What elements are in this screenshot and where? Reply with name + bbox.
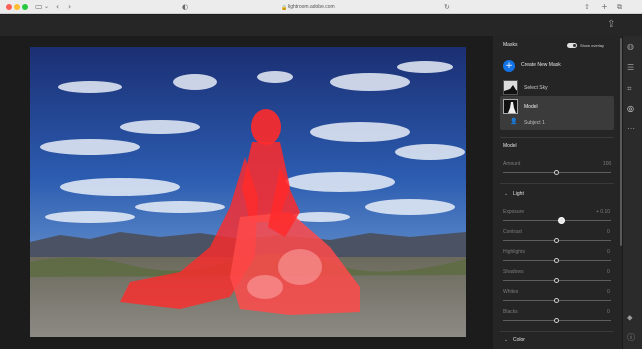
- whites-value[interactable]: 0: [607, 289, 610, 296]
- address-bar[interactable]: lightroom.adobe.com: [288, 3, 335, 11]
- app-topbar: [0, 15, 642, 36]
- mask-component-subject[interactable]: Subject 1: [524, 120, 545, 127]
- reload-icon[interactable]: ↻: [444, 2, 450, 12]
- sliders-icon[interactable]: ☰: [627, 63, 634, 73]
- mask-item-select-sky[interactable]: Select Sky: [524, 85, 548, 92]
- blacks-slider-handle[interactable]: [554, 318, 559, 323]
- highlights-slider-handle[interactable]: [554, 258, 559, 263]
- mask-item-model[interactable]: Model: [524, 104, 538, 111]
- amount-slider-handle[interactable]: [554, 170, 559, 175]
- light-section-title[interactable]: Light: [513, 191, 524, 198]
- highlights-value[interactable]: 0: [607, 249, 610, 256]
- panel-divider: [500, 137, 614, 138]
- sidebar-toggle-icon[interactable]: ▭: [35, 2, 43, 12]
- lock-icon: 🔒: [281, 5, 288, 11]
- tool-rail: [622, 36, 642, 349]
- privacy-shield-icon[interactable]: ◐: [182, 2, 188, 12]
- adjust-mask-name: Model: [503, 143, 517, 149]
- exposure-value[interactable]: + 0.10: [596, 209, 610, 216]
- share-icon[interactable]: ⇪: [607, 19, 615, 31]
- chevron-down-icon[interactable]: ⌄: [504, 337, 508, 344]
- back-icon[interactable]: ‹: [56, 2, 59, 12]
- color-section-title[interactable]: Color: [513, 337, 525, 344]
- highlights-label: Highlights: [503, 249, 525, 255]
- whites-label: Whites: [503, 289, 519, 295]
- create-new-mask-button[interactable]: +: [503, 60, 515, 72]
- tag-icon[interactable]: ⬥: [627, 313, 633, 323]
- shadows-slider-handle[interactable]: [554, 278, 559, 283]
- blacks-value[interactable]: 0: [607, 309, 610, 316]
- blacks-label: Blacks: [503, 309, 518, 315]
- panel-divider: [500, 183, 614, 184]
- shadows-value[interactable]: 0: [607, 269, 610, 276]
- amount-value[interactable]: 100: [603, 161, 611, 168]
- model-mask-thumbnail[interactable]: [503, 99, 518, 114]
- masks-title: Masks: [503, 42, 518, 48]
- share-page-icon[interactable]: ⇧: [584, 2, 590, 12]
- crop-icon[interactable]: ⌗: [627, 84, 632, 94]
- whites-slider-handle[interactable]: [554, 298, 559, 303]
- select-sky-thumbnail[interactable]: [503, 80, 518, 95]
- amount-label: Amount: [503, 161, 521, 167]
- edit-icon[interactable]: ◍: [627, 42, 634, 52]
- chevron-down-icon[interactable]: ⌄: [504, 191, 508, 198]
- forward-icon[interactable]: ›: [68, 2, 71, 12]
- create-new-mask-label[interactable]: Create New Mask: [521, 62, 561, 69]
- show-overlay-toggle[interactable]: [567, 43, 577, 48]
- shadows-label: Shadows: [503, 269, 524, 275]
- contrast-label: Contrast: [503, 229, 522, 235]
- minimize-window-button[interactable]: [14, 4, 20, 10]
- more-icon[interactable]: ⋯: [627, 124, 635, 134]
- masking-icon[interactable]: ◎: [627, 104, 634, 114]
- contrast-slider-handle[interactable]: [554, 238, 559, 243]
- help-icon[interactable]: ⓘ: [627, 333, 635, 343]
- exposure-slider-handle[interactable]: [558, 217, 565, 224]
- photo-image[interactable]: [30, 47, 466, 337]
- show-overlay-label: Show overlay: [580, 43, 605, 48]
- new-tab-icon[interactable]: +: [601, 2, 608, 12]
- close-window-button[interactable]: [6, 4, 12, 10]
- browser-toolbar: ▭ ⌄ ‹ › ◐ 🔒 lightroom.adobe.com ↻ ⇧ + ⧉: [0, 0, 642, 14]
- panel-divider: [500, 331, 614, 332]
- zoom-window-button[interactable]: [22, 4, 28, 10]
- contrast-value[interactable]: 0: [607, 229, 610, 236]
- exposure-label: Exposure: [503, 209, 525, 215]
- tab-overview-icon[interactable]: ⧉: [617, 2, 622, 12]
- chevron-down-icon[interactable]: ⌄: [44, 2, 49, 12]
- subject-icon: 👤: [510, 119, 518, 125]
- exposure-slider-track[interactable]: [503, 220, 611, 221]
